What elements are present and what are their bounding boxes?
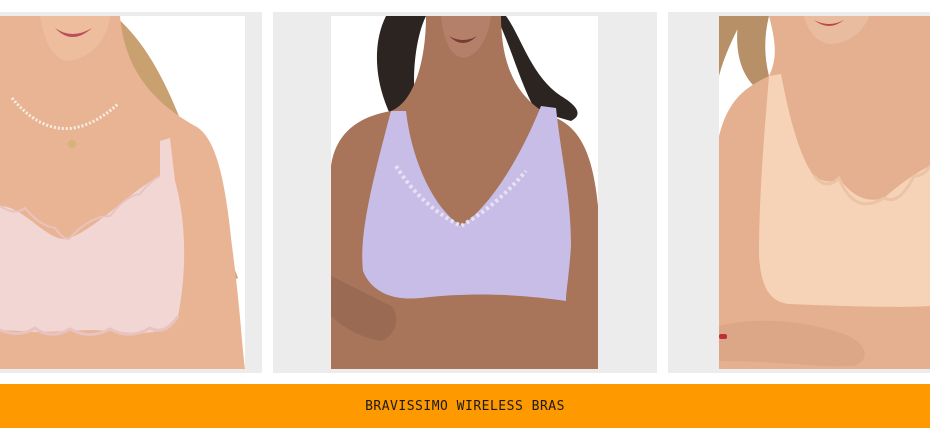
product-card-3[interactable] xyxy=(668,12,930,373)
product-photo-1 xyxy=(0,16,245,369)
product-card-1[interactable] xyxy=(0,12,262,373)
pendant xyxy=(68,140,76,148)
product-photo-3 xyxy=(719,16,930,369)
product-photo-2 xyxy=(331,16,598,369)
banner-title: BRAVISSIMO WIRELESS BRAS xyxy=(365,398,565,414)
product-image-2[interactable] xyxy=(331,16,598,369)
product-carousel xyxy=(0,0,930,384)
nail xyxy=(719,334,727,339)
product-card-2[interactable] xyxy=(273,12,657,373)
product-image-3[interactable] xyxy=(719,16,930,369)
product-image-1[interactable] xyxy=(0,16,245,369)
collection-banner[interactable]: BRAVISSIMO WIRELESS BRAS xyxy=(0,384,930,428)
